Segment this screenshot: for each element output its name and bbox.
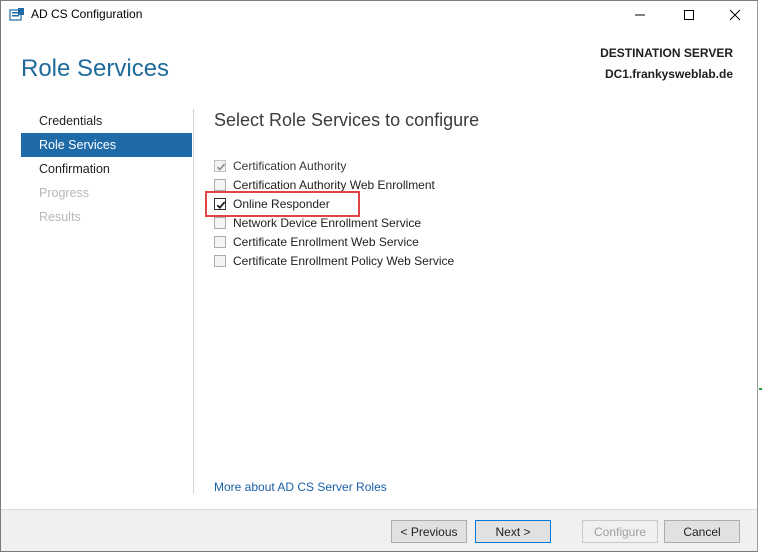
role-label[interactable]: Network Device Enrollment Service <box>233 216 421 230</box>
destination-server-label: DESTINATION SERVER <box>600 46 733 60</box>
highlight-annotation-box <box>205 191 360 217</box>
role-label[interactable]: Certification Authority Web Enrollment <box>233 178 435 192</box>
role-certification-authority: Certification Authority <box>214 156 454 175</box>
configure-button: Configure <box>582 520 658 543</box>
checkmark-icon <box>216 163 226 171</box>
sidebar-item-progress: Progress <box>39 186 90 200</box>
server-manager-icon <box>9 7 25 23</box>
window-title: AD CS Configuration <box>31 7 143 21</box>
title-bar: AD CS Configuration <box>1 1 757 29</box>
sidebar-item-confirmation[interactable]: Confirmation <box>21 157 192 181</box>
destination-server-name: DC1.frankysweblab.de <box>604 67 733 81</box>
previous-button[interactable]: < Previous <box>391 520 467 543</box>
minimize-button[interactable] <box>617 1 663 29</box>
content-heading: Select Role Services to configure <box>214 110 480 130</box>
checkbox-enrollment-policy-web-service[interactable] <box>214 254 226 267</box>
checkbox-ca-web-enrollment[interactable] <box>214 178 226 191</box>
role-label[interactable]: Certificate Enrollment Policy Web Servic… <box>233 254 454 268</box>
checkbox-certification-authority <box>214 159 226 172</box>
sidebar-item-credentials[interactable]: Credentials <box>21 109 192 133</box>
role-enrollment-policy-web-service[interactable]: Certificate Enrollment Policy Web Servic… <box>214 251 454 270</box>
role-label[interactable]: Certificate Enrollment Web Service <box>233 235 419 249</box>
checkbox-enrollment-web-service[interactable] <box>214 235 226 248</box>
role-enrollment-web-service[interactable]: Certificate Enrollment Web Service <box>214 232 454 251</box>
next-button[interactable]: Next > <box>475 520 551 543</box>
more-about-roles-link[interactable]: More about AD CS Server Roles <box>214 480 387 494</box>
close-icon <box>729 9 741 21</box>
wizard-footer: < Previous Next > Configure Cancel <box>1 509 757 551</box>
sidebar-item-results: Results <box>39 210 81 224</box>
sidebar-divider <box>193 109 194 494</box>
cancel-button[interactable]: Cancel <box>664 520 740 543</box>
page-title: Role Services <box>21 55 170 82</box>
sidebar-item-role-services[interactable]: Role Services <box>21 133 192 157</box>
close-button[interactable] <box>712 1 758 29</box>
ad-cs-configuration-window: AD CS Configuration Role Services DESTIN… <box>0 0 758 552</box>
checkbox-ndes[interactable] <box>214 216 226 229</box>
role-label: Certification Authority <box>233 158 347 173</box>
wizard-steps-sidebar: Credentials Role Services Confirmation P… <box>21 109 192 229</box>
maximize-button[interactable] <box>666 1 712 29</box>
